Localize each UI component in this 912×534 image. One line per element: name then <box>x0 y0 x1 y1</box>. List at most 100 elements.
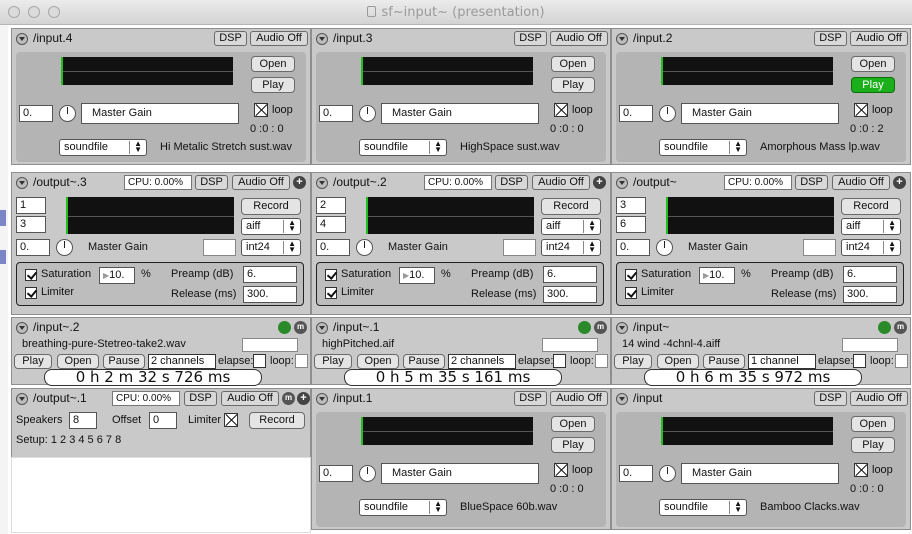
release-value[interactable]: 300. <box>843 286 897 303</box>
record-button[interactable]: Record <box>249 412 305 429</box>
audio-off-button[interactable]: Audio Off <box>550 391 608 406</box>
play-button[interactable]: Play <box>614 354 652 369</box>
channel-number-box[interactable]: 1 <box>16 197 46 214</box>
add-icon[interactable]: + <box>297 392 310 405</box>
format-dropdown[interactable]: aiff ▲ ▼ <box>841 218 901 235</box>
add-icon[interactable]: + <box>293 176 306 189</box>
gain-number-box[interactable]: 0. <box>16 239 50 256</box>
disclosure-triangle-icon[interactable] <box>16 33 28 45</box>
soundfile-dropdown[interactable]: soundfile ▲ ▼ <box>659 499 747 516</box>
gain-knob[interactable] <box>59 105 76 122</box>
disclosure-triangle-icon[interactable] <box>316 177 328 189</box>
channel-number-box[interactable]: 4 <box>316 216 346 233</box>
play-button[interactable]: Play <box>851 77 895 93</box>
disclosure-triangle-icon[interactable] <box>316 393 328 405</box>
audio-off-button[interactable]: Audio Off <box>850 31 908 46</box>
loop-checkbox[interactable] <box>854 103 868 117</box>
dsp-button[interactable]: DSP <box>814 391 847 406</box>
loop-toggle[interactable] <box>295 354 308 368</box>
saturation-value[interactable]: ▶10. <box>99 267 135 284</box>
offset-number-box[interactable]: 0 <box>149 412 177 429</box>
audio-off-button[interactable]: Audio Off <box>221 391 279 406</box>
play-button[interactable]: Play <box>251 77 295 93</box>
dsp-button[interactable]: DSP <box>795 175 828 190</box>
disclosure-triangle-icon[interactable] <box>16 393 28 405</box>
soundfile-dropdown[interactable]: soundfile ▲ ▼ <box>359 139 447 156</box>
record-button[interactable]: Record <box>841 198 901 215</box>
soundfile-dropdown[interactable]: soundfile ▲ ▼ <box>659 139 747 156</box>
dsp-button[interactable]: DSP <box>195 175 228 190</box>
disclosure-triangle-icon[interactable] <box>616 322 628 334</box>
elapse-toggle[interactable] <box>553 354 566 368</box>
preamp-value[interactable]: 6. <box>243 266 297 283</box>
menu-icon[interactable]: m <box>282 392 295 405</box>
saturation-value[interactable]: ▶10. <box>699 267 735 284</box>
gain-knob[interactable] <box>659 105 676 122</box>
dsp-button[interactable]: DSP <box>514 391 547 406</box>
preamp-value[interactable]: 6. <box>843 266 897 283</box>
record-button[interactable]: Record <box>241 198 301 215</box>
channel-number-box[interactable]: 3 <box>616 197 646 214</box>
saturation-checkbox[interactable] <box>625 269 637 281</box>
dsp-button[interactable]: DSP <box>495 175 528 190</box>
elapse-toggle[interactable] <box>253 354 266 368</box>
pause-button[interactable]: Pause <box>403 354 445 369</box>
format-dropdown[interactable]: aiff ▲ ▼ <box>241 218 301 235</box>
menu-icon[interactable]: m <box>294 321 307 334</box>
gain-knob[interactable] <box>359 465 376 482</box>
gain-number-box[interactable]: 0. <box>319 105 353 122</box>
audio-off-button[interactable]: Audio Off <box>250 31 308 46</box>
release-value[interactable]: 300. <box>543 286 597 303</box>
open-button[interactable]: Open <box>851 56 895 72</box>
disclosure-triangle-icon[interactable] <box>616 33 628 45</box>
loop-checkbox[interactable] <box>254 103 268 117</box>
audio-off-button[interactable]: Audio Off <box>532 175 590 190</box>
speakers-number-box[interactable]: 8 <box>69 412 97 429</box>
disclosure-triangle-icon[interactable] <box>616 177 628 189</box>
bitdepth-dropdown[interactable]: int24 ▲ ▼ <box>541 239 601 256</box>
disclosure-triangle-icon[interactable] <box>16 322 28 334</box>
limiter-checkbox[interactable] <box>625 287 637 299</box>
disclosure-triangle-icon[interactable] <box>616 393 628 405</box>
disclosure-triangle-icon[interactable] <box>316 322 328 334</box>
audio-off-button[interactable]: Audio Off <box>850 391 908 406</box>
gain-knob[interactable] <box>56 239 73 256</box>
loop-checkbox[interactable] <box>554 463 568 477</box>
play-button[interactable]: Play <box>851 437 895 453</box>
gain-number-box[interactable]: 0. <box>616 239 650 256</box>
loop-toggle[interactable] <box>595 354 608 368</box>
add-icon[interactable]: + <box>893 176 906 189</box>
saturation-checkbox[interactable] <box>25 269 37 281</box>
open-button[interactable]: Open <box>657 354 699 369</box>
play-button[interactable]: Play <box>14 354 52 369</box>
menu-icon[interactable]: m <box>594 321 607 334</box>
format-dropdown[interactable]: aiff ▲ ▼ <box>541 218 601 235</box>
saturation-checkbox[interactable] <box>325 269 337 281</box>
limiter-checkbox[interactable] <box>325 287 337 299</box>
dsp-button[interactable]: DSP <box>814 31 847 46</box>
bitdepth-dropdown[interactable]: int24 ▲ ▼ <box>841 239 901 256</box>
gain-number-box[interactable]: 0. <box>19 105 53 122</box>
play-button[interactable]: Play <box>551 77 595 93</box>
limiter-checkbox[interactable] <box>25 287 37 299</box>
menu-icon[interactable]: m <box>894 321 907 334</box>
open-button[interactable]: Open <box>251 56 295 72</box>
disclosure-triangle-icon[interactable] <box>16 177 28 189</box>
audio-off-button[interactable]: Audio Off <box>550 31 608 46</box>
release-value[interactable]: 300. <box>243 286 297 303</box>
gain-number-box[interactable]: 0. <box>319 465 353 482</box>
bitdepth-dropdown[interactable]: int24 ▲ ▼ <box>241 239 301 256</box>
add-icon[interactable]: + <box>593 176 606 189</box>
gain-number-box[interactable]: 0. <box>316 239 350 256</box>
loop-checkbox[interactable] <box>554 103 568 117</box>
open-button[interactable]: Open <box>57 354 99 369</box>
gain-knob[interactable] <box>656 239 673 256</box>
soundfile-dropdown[interactable]: soundfile ▲ ▼ <box>359 499 447 516</box>
preamp-value[interactable]: 6. <box>543 266 597 283</box>
channel-number-box[interactable]: 2 <box>316 197 346 214</box>
open-button[interactable]: Open <box>851 416 895 432</box>
dsp-button[interactable]: DSP <box>184 391 217 406</box>
pause-button[interactable]: Pause <box>103 354 145 369</box>
gain-knob[interactable] <box>659 465 676 482</box>
open-button[interactable]: Open <box>551 56 595 72</box>
